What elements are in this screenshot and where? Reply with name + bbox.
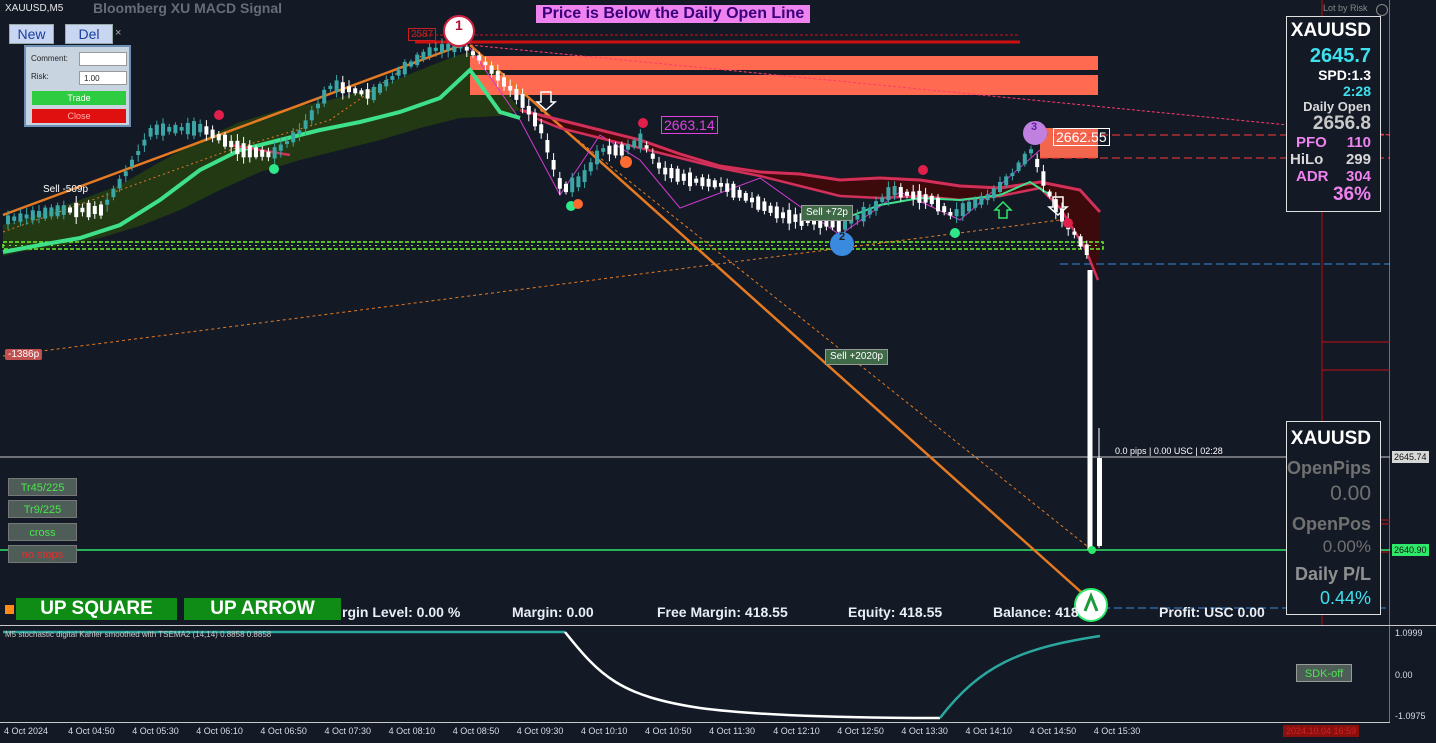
hilo-label: HiLo [1290,151,1324,168]
no-stops-button[interactable]: no stops [8,545,77,563]
profit: Profit: USC 0.00 [1159,604,1265,620]
price-chart[interactable]: 2668.152666.452664.702663.002661.302659.… [0,0,1390,625]
x-tick-label: 4 Oct 05:30 [132,726,179,736]
daily-open-value: 2656.8 [1312,113,1371,134]
open-pips-value: 0.00 [1330,482,1371,505]
bear-cloud [520,110,1100,280]
wave-1-label: 1 [455,17,463,33]
pfo-value: 110 [1346,134,1371,151]
hilo-value: 299 [1345,151,1371,168]
loss-1386-label: -1386p [5,349,43,360]
balance: Balance: 418.55 [993,604,1078,620]
green-line-tag: 2640.90 [1392,544,1429,556]
settings-icon[interactable] [1376,4,1388,16]
del-button[interactable]: Del [65,24,113,44]
range-pct: 36% [1332,184,1371,205]
x-tick-label: 4 Oct 13:30 [901,726,948,736]
symbol-timeframe: XAUUSD,M5 [5,3,64,14]
daily-pl-label: Daily P/L [1294,564,1371,584]
sell-509-label: Sell -509p [43,184,89,195]
subwindow-title: M5 stochastic digital Kahler smoothed wi… [5,630,272,639]
x-tick-label: 4 Oct 09:30 [516,726,564,736]
sell-2020-label: Sell +2020p [825,349,889,365]
fast-ma-red [519,108,1102,214]
level-2663-label: 2663.14 [661,116,718,134]
resistance-zone-1 [470,56,1098,70]
wave-2-label: 2 [839,231,846,243]
x-tick-label: 4 Oct 12:10 [773,726,820,736]
cross-button[interactable]: cross [8,523,77,541]
stochastic-line-rise [939,634,1101,719]
stochastic-line-fall [564,631,941,720]
x-tick-label: 4 Oct 07:30 [324,726,372,736]
daily-pl-value: 0.44% [1319,588,1371,608]
adr-value: 304 [1345,168,1371,185]
x-tick-label: 4 Oct 10:50 [645,726,692,736]
x-tick-label: 4 Oct 14:10 [965,726,1013,736]
wave-3-label: 3 [1031,121,1038,133]
up-arrow-button[interactable]: UP ARROW [184,598,341,620]
daily-open-label: Daily Open [1303,99,1371,114]
x-tick-label: 4 Oct 08:50 [452,726,500,736]
comment-field[interactable] [79,52,127,66]
sell-72-label: Sell +72p [801,205,853,221]
comment-label: Comment: [31,54,68,63]
info-spread: SPD:1.3 [1318,67,1371,83]
x-tick-label: 4 Oct 11:30 [709,726,755,736]
x-tick-label: 4 Oct 15:30 [1093,726,1141,736]
x-tick-label: 4 Oct 04:50 [68,726,115,736]
margin-level: rgin Level: 0.00 % [342,604,461,620]
free-margin: Free Margin: 418.55 [657,604,788,620]
up-arrow-marker [993,200,1013,219]
pips-info-line: 0.0 pips | 0.00 USC | 02:28 [1115,446,1223,456]
margin: Margin: 0.00 [512,604,594,620]
risk-field[interactable]: 1.00 [79,71,127,85]
sdk-off-button[interactable]: SDK-off [1296,664,1352,682]
x-tick-label: 4 Oct 06:50 [260,726,307,736]
stochastic-subwindow[interactable] [0,626,1390,723]
x-tick-label: 4 Oct 14:50 [1029,726,1077,736]
open-pips-label: OpenPips [1286,458,1371,478]
level-2662-label: 2662.55 [1053,128,1110,146]
sub-y-bot: -1.0975 [1395,711,1426,721]
close-button[interactable]: Close [32,109,126,123]
sub-y-top: 1.0999 [1395,628,1423,638]
daily-open-banner: Price is Below the Daily Open Line [536,5,811,23]
close-icon[interactable]: × [115,27,121,39]
daily-open-line [2,241,1104,250]
x-axis-highlight: 2024.10.04 16:59 [1283,725,1360,737]
info-symbol: XAUUSD [1290,20,1371,41]
open-pos-value: 0.00% [1322,537,1371,556]
tr45-225-button[interactable]: Tr45/225 [8,478,77,496]
trade-panel: Comment: Risk: 1.00 Trade Close [24,45,131,127]
x-tick-label: 4 Oct 06:10 [196,726,243,736]
partial-price-label: 2587 [408,28,437,41]
info-panel-top: XAUUSD 2645.7 SPD:1.3 2:28 Daily Open 26… [1286,16,1381,212]
tr9-225-button[interactable]: Tr9/225 [8,500,77,518]
equity: Equity: 418.55 [848,604,943,620]
slow-ma-red [534,116,1100,281]
pfo-label: PFO [1296,134,1327,151]
info-price: 2645.7 [1309,45,1371,67]
x-tick-label: 4 Oct 2024 [4,726,49,736]
current-price-tag: 2645.74 [1392,451,1429,463]
adr-label: ADR [1296,168,1329,185]
info-timer: 2:28 [1342,83,1371,99]
risk-label: Risk: [31,72,49,81]
x-tick-label: 4 Oct 12:50 [837,726,884,736]
up-square-button[interactable]: UP SQUARE [16,598,177,620]
indicator-title: Bloomberg XU MACD Signal [93,0,283,16]
trade-button[interactable]: Trade [32,91,126,105]
info-panel-bottom: XAUUSD OpenPips 0.00 OpenPos 0.00% Daily… [1286,421,1381,615]
account-marker-icon [5,605,14,614]
x-tick-label: 4 Oct 08:10 [388,726,436,736]
info-bottom-symbol: XAUUSD [1290,428,1371,449]
open-pos-label: OpenPos [1291,514,1371,534]
resistance-zone-2 [470,75,1098,95]
sub-y-mid: 0.00 [1395,670,1413,680]
new-button[interactable]: New [9,24,54,44]
x-tick-label: 4 Oct 10:10 [580,726,628,736]
lot-by-risk-label[interactable]: Lot by Risk [1323,3,1368,13]
